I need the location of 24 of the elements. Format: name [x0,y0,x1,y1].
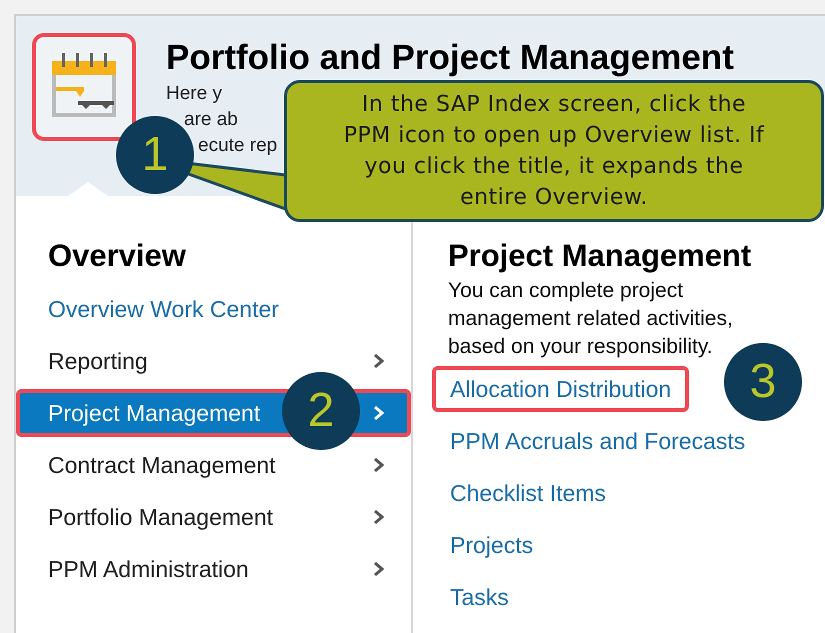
subtitle-text: ecute rep [198,134,278,158]
subtitle-text: Here y [166,82,222,106]
chevron-right-icon [373,561,385,577]
step-marker-tooltip: 2 [282,372,360,450]
step-marker-tooltip: 3 [724,343,802,421]
page-title[interactable]: Portfolio and Project Management [166,40,734,75]
callout: In the SAP Index screen, click the PPM icon to open up Overview list. If you click the title, it expands the entire Overview. [284,80,824,222]
detail-link[interactable]: Projects [432,522,552,568]
overview-menu-item[interactable]: Portfolio Management [16,493,411,541]
subtitle-text: are ab [184,108,238,132]
detail-link[interactable]: Checklist Items [432,470,624,516]
overview-heading: Overview [47,240,187,271]
detail-link[interactable]: PPM Accruals and Forecasts [432,418,764,464]
overview-menu-item[interactable]: PPM Administration [16,545,411,593]
ppm-app-icon[interactable] [32,33,136,141]
detail-link[interactable]: Allocation Distribution [432,366,690,412]
chevron-right-icon [373,509,385,525]
overview-menu-item[interactable]: Overview Work Center [16,285,411,333]
detail-link[interactable]: Tasks [432,574,527,620]
panel-notch [68,182,108,196]
chevron-right-icon [373,405,385,421]
detail-heading: Project Management [448,240,752,271]
chevron-right-icon [373,353,385,369]
chevron-right-icon [373,457,385,473]
